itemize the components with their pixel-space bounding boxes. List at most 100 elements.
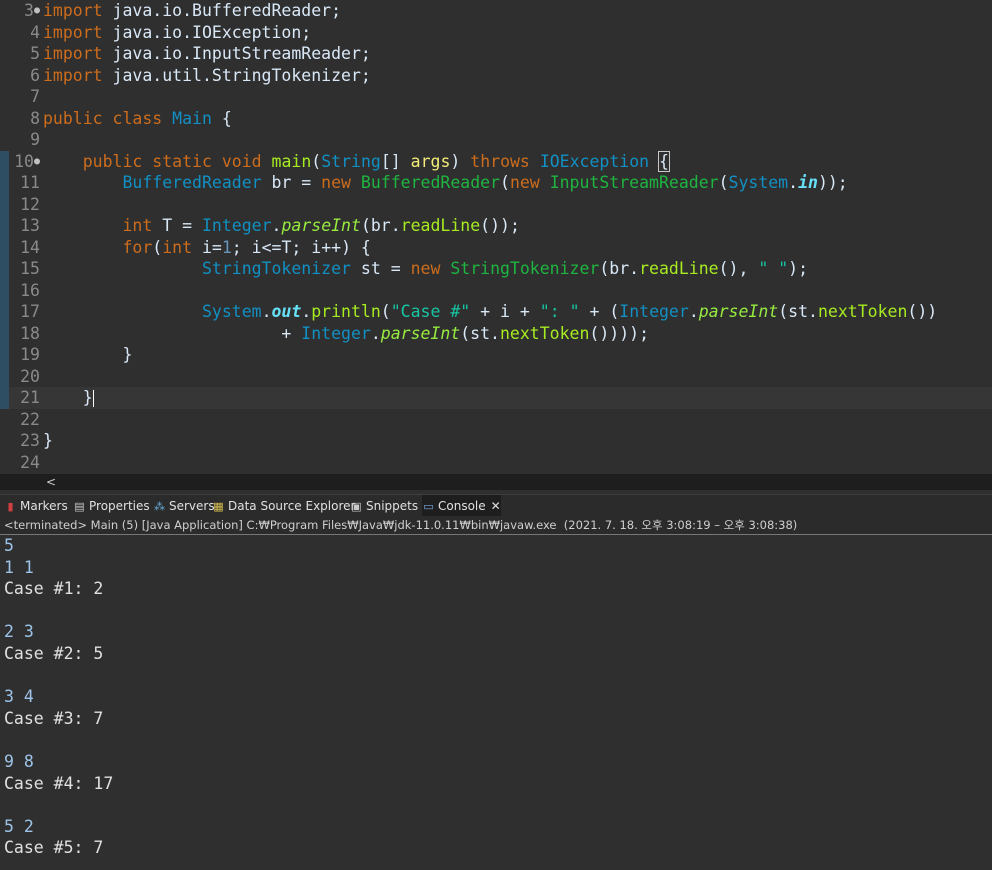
code-token: new: [410, 259, 441, 278]
tab-label: Servers: [169, 499, 215, 513]
code-line[interactable]: 5 import java.io.InputStreamReader;: [0, 43, 992, 65]
line-number-text: 16: [20, 280, 40, 300]
code-line[interactable]: 9: [0, 129, 992, 151]
code-line[interactable]: 15 StringTokenizer st = new StringTokeni…: [0, 258, 992, 280]
code-token: BufferedReader: [360, 173, 500, 192]
code-text: StringTokenizer st = new StringTokenizer…: [43, 258, 808, 280]
code-line[interactable]: 19 }: [0, 344, 992, 366]
console-input-line: 2 3: [4, 622, 34, 642]
horizontal-scrollbar[interactable]: <: [0, 474, 992, 490]
code-line[interactable]: 21 }: [0, 387, 992, 409]
code-line[interactable]: 4 import java.io.IOException;: [0, 22, 992, 44]
code-token: i=: [192, 237, 222, 257]
code-line[interactable]: 23}: [0, 430, 992, 452]
code-line[interactable]: 6 import java.util.StringTokenizer;: [0, 65, 992, 87]
code-token: }: [43, 345, 133, 364]
code-token: StringTokenizer: [450, 259, 600, 278]
code-token: }: [43, 388, 93, 407]
code-token: ): [450, 151, 471, 171]
code-token: + i +: [470, 302, 540, 321]
code-token: );: [788, 259, 809, 278]
tab-snippets[interactable]: ▣ Snippets: [350, 495, 418, 517]
tab-markers[interactable]: ▮ Markers: [4, 495, 67, 517]
code-token: in: [798, 173, 818, 192]
code-line[interactable]: 22: [0, 409, 992, 431]
code-token: throws: [470, 151, 530, 171]
code-token: + (: [579, 302, 620, 321]
code-line[interactable]: 20: [0, 365, 992, 387]
code-line[interactable]: 10● public static void main(String[] arg…: [0, 150, 992, 173]
code-token: int: [122, 216, 153, 235]
code-token: (: [380, 302, 391, 321]
code-token: import: [43, 22, 103, 42]
code-token: "Case #": [390, 302, 471, 321]
close-icon[interactable]: ✕: [491, 499, 501, 513]
code-text: import java.io.IOException;: [43, 22, 311, 44]
tab-data-source-explorer[interactable]: ▦ Data Source Explorer: [212, 495, 355, 517]
code-token: main: [271, 151, 312, 171]
code-line[interactable]: 7: [0, 86, 992, 108]
code-token: {: [211, 108, 232, 128]
line-number: 18: [0, 323, 42, 345]
line-number-text: 18: [20, 323, 40, 343]
line-number: 15: [0, 258, 42, 280]
code-token: ; i<=T; i++) {: [231, 237, 371, 257]
code-token: java.util.StringTokenizer;: [102, 65, 371, 85]
line-number-text: 8: [30, 108, 40, 128]
tab-label: Properties: [89, 499, 150, 513]
line-number: 5: [0, 43, 42, 65]
code-text: public class Main {: [43, 108, 232, 130]
code-token: .: [301, 302, 312, 321]
fold-marker-icon[interactable]: ●: [34, 5, 40, 16]
code-token: readLine: [400, 216, 481, 235]
code-editor[interactable]: 3● import java.io.BufferedReader; 4 import …: [0, 0, 992, 474]
servers-icon: ⁂: [154, 500, 165, 513]
code-line[interactable]: 17 System.out.println("Case #" + i + ": …: [0, 301, 992, 323]
view-tab-bar: ▮ Markers ▤ Properties ⁂ Servers ▦ Data Source …: [0, 494, 992, 519]
code-text: }: [43, 344, 132, 366]
code-token: Integer: [301, 323, 371, 343]
code-line[interactable]: 8 public class Main {: [0, 108, 992, 130]
code-token: st =: [350, 259, 411, 278]
code-token: BufferedReader: [122, 173, 262, 192]
code-line[interactable]: 24: [0, 452, 992, 474]
code-token: int: [162, 237, 193, 257]
line-number-text: 7: [30, 87, 40, 106]
code-line[interactable]: 11 BufferedReader br = new BufferedReade…: [0, 172, 992, 194]
code-token: .: [271, 216, 282, 235]
tab-properties[interactable]: ▤ Properties: [73, 495, 150, 517]
console-status-line: <terminated> Main (5) [Java Application]…: [0, 516, 992, 535]
code-token: parseInt: [281, 216, 361, 235]
line-number-text: 19: [20, 345, 40, 364]
scroll-left-arrow-icon[interactable]: <: [44, 474, 58, 490]
console-output-line: Case #4: 17: [4, 773, 114, 793]
code-token: ));: [817, 173, 848, 192]
code-line[interactable]: 14 for(int i=1; i<=T; i++) {: [0, 236, 992, 259]
code-token: .: [788, 173, 799, 192]
fold-marker-icon[interactable]: ●: [34, 156, 40, 167]
code-text: public static void main(String[] args) t…: [43, 150, 670, 173]
code-line[interactable]: 3● import java.io.BufferedReader;: [0, 0, 992, 22]
text-caret: [92, 390, 94, 407]
code-line[interactable]: 18 + Integer.parseInt(st.nextToken())));: [0, 322, 992, 345]
code-line[interactable]: 13 int T = Integer.parseInt(br.readLine(…: [0, 215, 992, 237]
code-token: ()): [907, 302, 938, 321]
line-number-text: 21: [20, 388, 40, 407]
console-output[interactable]: 5 1 1 Case #1: 2 2 3 Case #2: 5 3 4 Case #3: 7…: [0, 535, 992, 870]
line-number: 17: [0, 301, 42, 323]
console-output-line: Case #5: 7: [4, 838, 104, 858]
line-number: 8: [0, 108, 42, 130]
line-number: 23: [0, 430, 42, 452]
code-line[interactable]: 16: [0, 279, 992, 301]
tab-servers[interactable]: ⁂ Servers: [153, 495, 215, 517]
code-line[interactable]: 12: [0, 193, 992, 215]
code-text: }: [43, 387, 94, 409]
code-token: new: [509, 173, 540, 192]
code-text: for(int i=1; i<=T; i++) {: [43, 237, 371, 259]
